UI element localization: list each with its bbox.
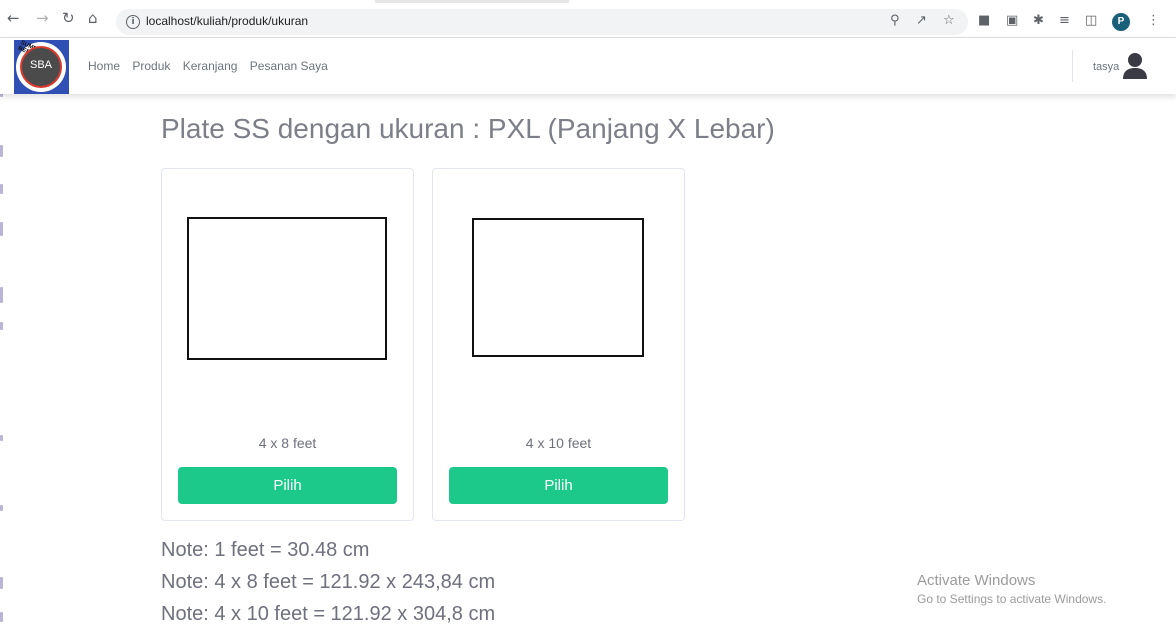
site-navbar: SUMBER BERKAT ABADI SBA Home Produk Kera… xyxy=(0,38,1176,94)
profile-avatar[interactable]: P xyxy=(1112,13,1130,31)
reading-list-icon[interactable]: ≡ xyxy=(1059,13,1070,29)
url-text: localhost/kuliah/produk/ukuran xyxy=(146,14,309,28)
windows-activation-watermark: Activate Windows Go to Settings to activ… xyxy=(917,572,1106,606)
product-card: 4 x 8 feet Pilih xyxy=(161,168,414,521)
watermark-title: Activate Windows xyxy=(917,572,1036,589)
tab-strip xyxy=(375,0,569,3)
user-name[interactable]: tasya xyxy=(1093,61,1119,73)
nav-keranjang[interactable]: Keranjang xyxy=(183,59,238,73)
address-bar[interactable]: i localhost/kuliah/produk/ukuran ⚲ ↗ ☆ xyxy=(116,9,968,35)
product-card: 4 x 10 feet Pilih xyxy=(432,168,685,521)
watermark-subtitle: Go to Settings to activate Windows. xyxy=(917,592,1107,606)
topbar-divider xyxy=(1072,50,1073,82)
page-title: Plate SS dengan ukuran : PXL (Panjang X … xyxy=(161,113,775,144)
plate-shape-4x10 xyxy=(472,218,644,357)
brand-logo[interactable]: SUMBER BERKAT ABADI SBA xyxy=(14,40,69,94)
browser-toolbar: ← → ↻ ⌂ i localhost/kuliah/produk/ukuran… xyxy=(0,0,1176,38)
nav-pesanan-saya[interactable]: Pesanan Saya xyxy=(250,59,328,73)
card-size-label: 4 x 8 feet xyxy=(258,435,317,451)
pilih-button[interactable]: Pilih xyxy=(449,467,668,504)
nav-produk[interactable]: Produk xyxy=(132,59,170,73)
info-icon[interactable]: i xyxy=(126,15,140,29)
back-icon[interactable]: ← xyxy=(7,9,20,27)
card-size-label: 4 x 10 feet xyxy=(525,435,592,451)
pilih-button[interactable]: Pilih xyxy=(178,467,397,504)
star-icon[interactable]: ☆ xyxy=(943,13,955,28)
logo-text: SBA xyxy=(29,59,52,71)
forward-icon[interactable]: → xyxy=(36,9,49,27)
note-text: Note: 4 x 8 feet = 121.92 x 243,84 cm xyxy=(161,571,496,593)
nav-links: Home Produk Keranjang Pesanan Saya xyxy=(88,59,337,73)
reload-icon[interactable]: ↻ xyxy=(62,9,75,27)
note-text: Note: 4 x 10 feet = 121.92 x 304,8 cm xyxy=(161,603,496,625)
plate-shape-4x8 xyxy=(187,217,387,360)
zoom-icon[interactable]: ⚲ xyxy=(890,13,900,28)
nav-home[interactable]: Home xyxy=(88,59,120,73)
side-panel-icon[interactable]: ◫ xyxy=(1085,13,1097,29)
extension-icon[interactable]: ▣ xyxy=(1006,13,1018,29)
extension-icon[interactable]: ✱ xyxy=(1033,13,1044,29)
share-icon[interactable]: ↗ xyxy=(916,13,927,28)
user-icon[interactable] xyxy=(1122,52,1148,80)
left-edge-artifact xyxy=(0,37,5,633)
home-icon[interactable]: ⌂ xyxy=(88,9,98,27)
extension-icon[interactable]: ■ xyxy=(978,13,990,29)
note-text: Note: 1 feet = 30.48 cm xyxy=(161,539,370,561)
menu-icon[interactable]: ⋮ xyxy=(1147,13,1160,29)
